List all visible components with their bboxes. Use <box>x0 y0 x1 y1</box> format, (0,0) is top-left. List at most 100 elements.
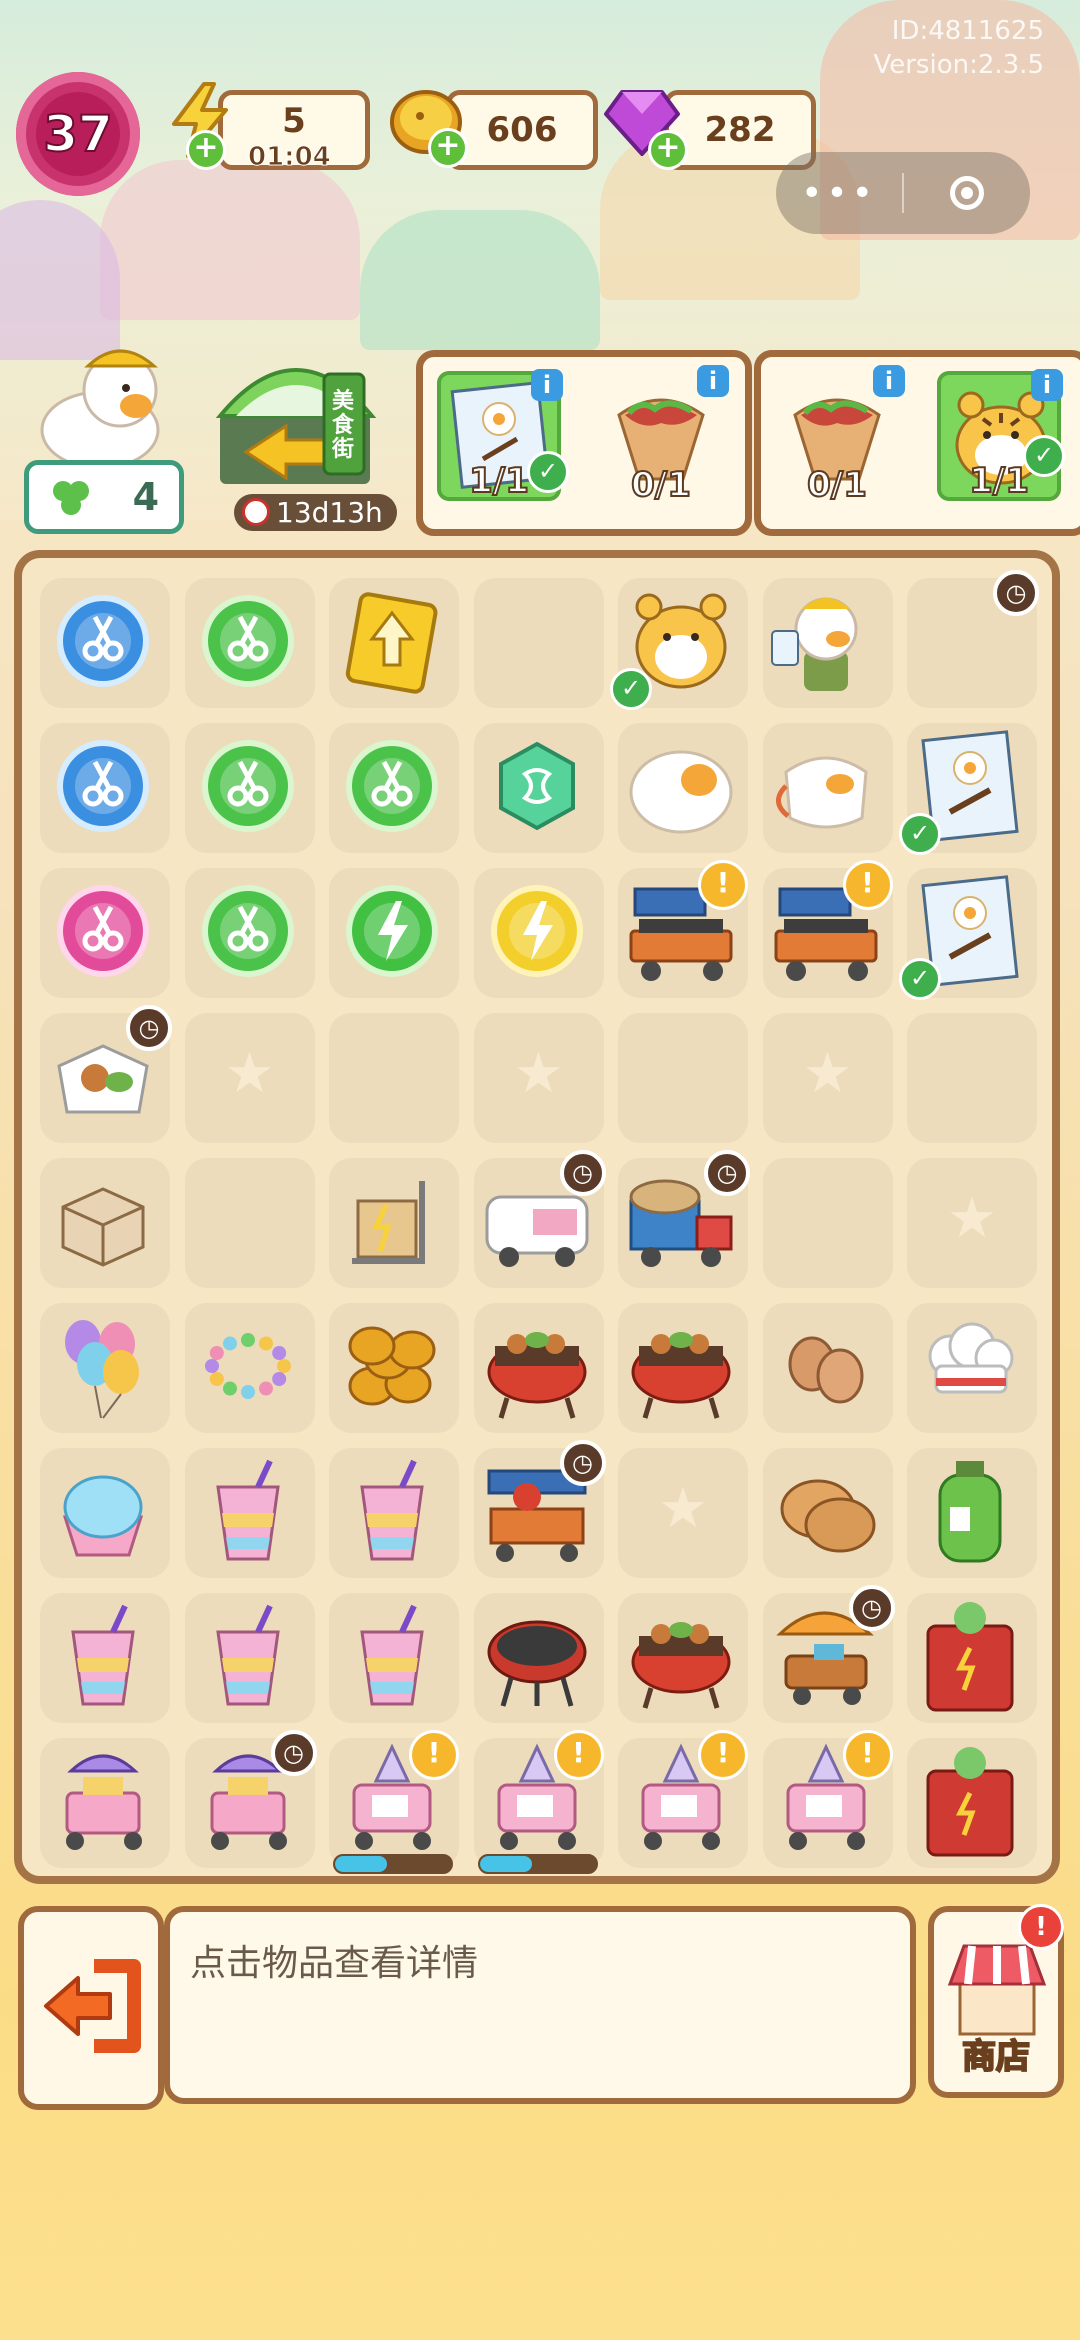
chef-hat-item[interactable] <box>903 1299 1037 1433</box>
delivery-truck-item[interactable]: ◷ <box>614 1150 750 1288</box>
eggs-icon <box>788 1336 863 1404</box>
cardboard-box-item[interactable] <box>36 1154 170 1288</box>
board-cell[interactable] <box>762 1013 893 1143</box>
board-cell[interactable] <box>329 1013 459 1143</box>
clock-icon: ◷ <box>704 1150 750 1196</box>
yellow-arrow-card-item[interactable] <box>325 574 459 708</box>
ice-cream-cart-icon <box>65 1754 142 1850</box>
pink-cart-item[interactable]: ! <box>614 1730 748 1868</box>
gas-canister-item[interactable] <box>903 1444 1037 1578</box>
order-card-1[interactable]: 1/1 ✓ i 0/1 i <box>416 350 752 536</box>
red-cabinet-item[interactable] <box>903 1589 1037 1723</box>
board-cell[interactable] <box>184 1013 315 1143</box>
egg-bun-icon <box>629 750 733 834</box>
pink-scissors-orb-item[interactable] <box>36 864 170 998</box>
target-icon <box>950 176 984 210</box>
clock-icon: ◷ <box>993 570 1039 616</box>
board-cell[interactable] <box>907 1158 1037 1288</box>
order-slot[interactable]: 0/1 i <box>775 365 905 506</box>
rainbow-drink-item[interactable] <box>181 1589 315 1723</box>
food-cart-umbrella-item[interactable]: ◷ <box>759 1585 895 1723</box>
green-hexagon-gem-item[interactable] <box>470 719 604 853</box>
info-icon[interactable]: i <box>873 365 905 397</box>
tiger-plush-item[interactable]: ✓ <box>610 574 748 710</box>
coin-stack-item[interactable] <box>325 1299 459 1433</box>
close-miniprogram-button[interactable] <box>904 176 1030 210</box>
board-cell[interactable] <box>762 1158 893 1288</box>
info-icon[interactable]: i <box>531 369 563 401</box>
coin-value: 606 <box>486 110 558 150</box>
exit-button[interactable] <box>18 1906 164 2110</box>
bbq-poster-item[interactable]: ✓ <box>899 719 1037 855</box>
blue-scissors-orb-item[interactable] <box>36 574 170 708</box>
balloons-item[interactable] <box>36 1299 170 1433</box>
bbq-grill-feast-item[interactable] <box>614 1589 748 1723</box>
order-card-2[interactable]: 0/1 i 1/1 ✓ i <box>754 350 1080 536</box>
bead-bracelet-item[interactable] <box>181 1299 315 1433</box>
pink-cart-item[interactable]: ! <box>470 1730 604 1874</box>
green-scissors-orb-item[interactable] <box>325 719 459 853</box>
add-coins-button[interactable]: + <box>428 128 468 168</box>
duck-chef-item[interactable] <box>759 574 893 708</box>
bbq-grill-cart-item[interactable]: ! <box>759 860 893 998</box>
rainbow-drink-item[interactable] <box>325 1589 459 1723</box>
ice-cream-cart-item[interactable]: ◷ <box>181 1730 317 1868</box>
coin-counter[interactable]: 606 <box>446 90 598 170</box>
add-energy-button[interactable]: + <box>186 130 226 170</box>
player-level-badge[interactable]: 37 <box>16 72 140 196</box>
yellow-energy-orb-icon <box>490 885 583 977</box>
board-cell[interactable] <box>473 1013 604 1143</box>
alert-icon: ! <box>842 1730 893 1780</box>
board-cell[interactable] <box>473 578 604 708</box>
add-gems-button[interactable]: + <box>648 130 688 170</box>
item-details-hint: 点击物品查看详情 <box>190 1943 479 1984</box>
duck-worker-avatar[interactable] <box>30 340 170 470</box>
red-cabinet-item[interactable] <box>903 1734 1037 1868</box>
board-cell[interactable] <box>184 1158 315 1288</box>
pancakes-item[interactable] <box>759 1444 893 1578</box>
pink-cart-item[interactable]: ! <box>759 1730 893 1868</box>
duck-chef-timer-item[interactable]: ◷ <box>903 570 1039 708</box>
board-cell[interactable] <box>618 1013 748 1143</box>
order-slot[interactable]: 1/1 ✓ i <box>437 369 569 502</box>
green-scissors-orb-item[interactable] <box>181 574 315 708</box>
bbq-stall-item[interactable]: ◷ <box>470 1440 606 1578</box>
blue-scissors-orb-item[interactable] <box>36 719 170 853</box>
takeout-box-item[interactable]: ◷ <box>36 1005 172 1143</box>
yellow-energy-orb-item[interactable] <box>470 864 604 998</box>
bbq-grill-cart-item[interactable]: ! <box>614 860 748 998</box>
pink-cart-item[interactable]: ! <box>325 1730 459 1874</box>
order-slot[interactable]: 1/1 ✓ i <box>937 369 1065 502</box>
info-icon[interactable]: i <box>697 365 729 397</box>
order-slot[interactable]: 0/1 i <box>599 365 729 506</box>
ice-cream-cart-item[interactable] <box>36 1734 170 1868</box>
duck-mask-item[interactable] <box>759 719 893 853</box>
green-scissors-orb-item[interactable] <box>181 864 315 998</box>
bbq-grill-feast-item[interactable] <box>614 1299 748 1433</box>
cart-progress-bar <box>333 1854 453 1874</box>
clover-counter[interactable]: 4 <box>24 460 184 534</box>
bbq-grill-feast-icon <box>487 1332 586 1419</box>
green-scissors-orb-item[interactable] <box>181 719 315 853</box>
green-energy-orb-item[interactable] <box>325 864 459 998</box>
bbq-grill-feast-item[interactable] <box>470 1299 604 1433</box>
rainbow-drink-item[interactable] <box>325 1444 459 1578</box>
rainbow-drink-item[interactable] <box>36 1589 170 1723</box>
alert-icon: ! <box>842 860 893 910</box>
shop-button[interactable]: ! 商店 <box>928 1904 1064 2098</box>
food-truck-item[interactable]: ◷ <box>470 1150 606 1288</box>
food-street-gate[interactable]: 美食街 <box>206 344 386 494</box>
egg-bun-item[interactable] <box>614 719 748 853</box>
eggs-item[interactable] <box>759 1299 893 1433</box>
hand-truck-boxes-item[interactable] <box>325 1154 459 1288</box>
charcoal-grill-item[interactable] <box>470 1589 604 1723</box>
rainbow-drink-item[interactable] <box>181 1444 315 1578</box>
board-cell[interactable] <box>907 1013 1037 1143</box>
board-cell[interactable] <box>618 1448 748 1578</box>
more-menu-button[interactable]: ••• <box>776 173 902 214</box>
bbq-poster-item[interactable]: ✓ <box>899 864 1037 1000</box>
miniprogram-capsule: ••• <box>776 152 1030 234</box>
info-icon[interactable]: i <box>1031 369 1063 401</box>
shaved-ice-item[interactable] <box>36 1444 170 1578</box>
background-stall <box>360 210 600 350</box>
